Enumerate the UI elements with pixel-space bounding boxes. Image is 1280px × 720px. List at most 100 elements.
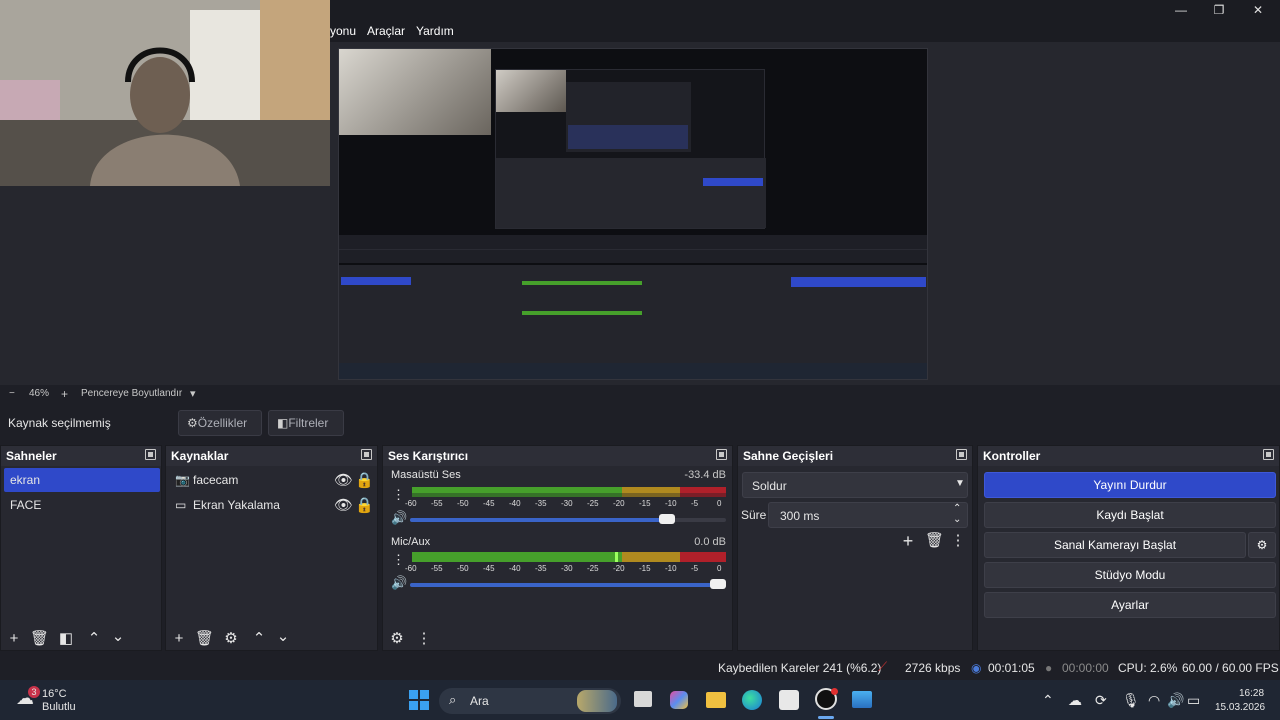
start-record-button[interactable]: Kaydı Başlat: [984, 502, 1276, 528]
add-icon[interactable]: +: [6, 631, 22, 647]
menu-item-docks[interactable]: yonu: [330, 24, 356, 38]
zoom-in-button[interactable]: +: [61, 387, 68, 401]
volume-icon[interactable]: 🔊: [1167, 692, 1184, 709]
slider-handle[interactable]: [659, 514, 675, 524]
speaker-icon[interactable]: 🔊: [391, 575, 407, 591]
sync-icon[interactable]: ⟳: [1095, 692, 1107, 709]
meter-scale: -60 -55 -50 -45 -40 -35 -30 -25 -20 -15 -10 -5 0: [405, 499, 735, 509]
volume-slider[interactable]: [410, 579, 726, 589]
monitor-icon: ▭: [175, 498, 187, 512]
move-up-icon[interactable]: ⌃: [86, 631, 102, 647]
zoom-out-button[interactable]: −: [9, 388, 15, 399]
add-icon[interactable]: +: [900, 532, 916, 550]
camera-icon: 📷: [175, 473, 190, 487]
minimize-button[interactable]: —: [1171, 3, 1191, 17]
maximize-button[interactable]: ❐: [1209, 3, 1229, 17]
move-down-icon[interactable]: ⌄: [110, 629, 126, 645]
copilot-icon[interactable]: [670, 691, 688, 709]
scale-tick-label: -30: [561, 499, 573, 508]
chevron-up-icon[interactable]: ⌃: [953, 503, 961, 514]
dock-float-icon[interactable]: [716, 449, 727, 460]
scale-tick-label: -40: [509, 499, 521, 508]
photos-icon[interactable]: [852, 691, 872, 708]
lock-icon[interactable]: 🔒: [355, 498, 374, 514]
filter-icon: ◧: [277, 416, 289, 430]
dock-float-icon[interactable]: [1263, 449, 1274, 460]
nested-preview: [495, 69, 766, 229]
dropped-frames: Kaybedilen Kareler 241 (%6.2): [718, 661, 882, 675]
close-button[interactable]: ✕: [1248, 3, 1268, 17]
volume-meter: [412, 552, 726, 562]
scale-tick-label: -40: [509, 564, 521, 573]
mixer-header: Ses Karıştırıcı: [383, 446, 732, 466]
virtualcam-settings-button[interactable]: ⚙: [1248, 532, 1276, 558]
weather-temp: 16°C: [42, 688, 67, 700]
scene-item[interactable]: ekran: [4, 468, 160, 492]
scale-tick-label: -55: [431, 499, 443, 508]
scene-item[interactable]: FACE: [4, 493, 160, 517]
channel-name: Masaüstü Ses: [391, 469, 461, 481]
kebab-menu-icon[interactable]: ⋮: [416, 631, 432, 647]
task-view-icon[interactable]: [634, 691, 652, 707]
scale-tick-label: -60: [405, 499, 417, 508]
store-icon[interactable]: [779, 690, 799, 710]
scale-tick-label: -55: [431, 564, 443, 573]
file-explorer-icon[interactable]: [706, 692, 726, 708]
volume-slider[interactable]: [410, 514, 726, 524]
sources-dock: Kaynaklar 📷 facecam ▭ Ekran Yakalama 👁 🔒 👁…: [165, 445, 378, 651]
sources-header: Kaynaklar: [166, 446, 377, 466]
dock-float-icon[interactable]: [145, 449, 156, 460]
move-up-icon[interactable]: ⌃: [251, 631, 267, 647]
search-highlight-image: [577, 690, 617, 712]
slider-handle[interactable]: [710, 579, 726, 589]
record-icon: ●: [1045, 661, 1053, 675]
filters-button[interactable]: ◧Filtreler: [268, 410, 344, 436]
properties-button[interactable]: ⚙Özellikler: [178, 410, 262, 436]
eye-icon[interactable]: 👁: [334, 473, 353, 489]
taskbar-search[interactable]: ⌕ Ara: [439, 688, 621, 714]
kebab-menu-icon[interactable]: ⋮: [392, 487, 405, 503]
filter-icon[interactable]: ◧: [58, 631, 74, 647]
trash-icon[interactable]: 🗑: [925, 533, 944, 549]
trash-icon[interactable]: 🗑: [195, 631, 214, 647]
advanced-audio-icon[interactable]: ⚙: [389, 631, 405, 647]
fit-to-window-label[interactable]: Pencereye Boyutlandır: [81, 388, 182, 399]
lock-icon[interactable]: 🔒: [355, 473, 374, 489]
edge-icon[interactable]: [742, 690, 762, 710]
no-source-label: Kaynak seçilmemiş: [8, 416, 111, 430]
battery-icon[interactable]: ▭: [1187, 692, 1200, 709]
zoom-dropdown-icon[interactable]: ▾: [190, 387, 196, 400]
move-down-icon[interactable]: ⌄: [275, 629, 291, 645]
transition-select[interactable]: Soldur ▼: [742, 472, 968, 498]
speaker-icon[interactable]: 🔊: [391, 510, 407, 526]
kebab-menu-icon[interactable]: ⋮: [950, 533, 966, 549]
gear-icon[interactable]: ⚙: [223, 631, 239, 647]
start-menu-icon[interactable]: [409, 690, 429, 710]
kebab-menu-icon[interactable]: ⋮: [392, 552, 405, 568]
menu-item-tools[interactable]: Araçlar: [367, 24, 405, 38]
settings-button[interactable]: Ayarlar: [984, 592, 1276, 618]
studio-mode-button[interactable]: Stüdyo Modu: [984, 562, 1276, 588]
menu-item-help[interactable]: Yardım: [416, 24, 454, 38]
stop-stream-button[interactable]: Yayını Durdur: [984, 472, 1276, 498]
add-icon[interactable]: +: [171, 631, 187, 647]
dock-float-icon[interactable]: [956, 449, 967, 460]
chevron-up-icon[interactable]: ⌃: [1042, 692, 1054, 709]
microphone-icon[interactable]: 🎙: [1122, 692, 1140, 709]
transitions-header: Sahne Geçişleri: [738, 446, 972, 466]
cloud-icon[interactable]: ☁: [1068, 692, 1082, 709]
duration-stepper[interactable]: 300 ms ⌃ ⌄: [768, 502, 968, 528]
dock-float-icon[interactable]: [361, 449, 372, 460]
duration-label: Süre: [741, 508, 767, 522]
eye-icon[interactable]: 👁: [334, 498, 353, 514]
clock-date[interactable]: 15.03.2026: [1215, 702, 1265, 713]
start-virtualcam-button[interactable]: Sanal Kamerayı Başlat: [984, 532, 1246, 558]
trash-icon[interactable]: 🗑: [30, 631, 49, 647]
wifi-icon[interactable]: ◠: [1148, 692, 1160, 709]
channel-name: Mic/Aux: [391, 536, 431, 548]
clock-time[interactable]: 16:28: [1239, 688, 1264, 699]
chevron-down-icon[interactable]: ⌄: [953, 514, 961, 525]
webcam-overlay: [0, 0, 330, 186]
preview-canvas[interactable]: [338, 48, 928, 380]
controls-dock: Kontroller Yayını Durdur Kaydı Başlat Sa…: [977, 445, 1280, 651]
